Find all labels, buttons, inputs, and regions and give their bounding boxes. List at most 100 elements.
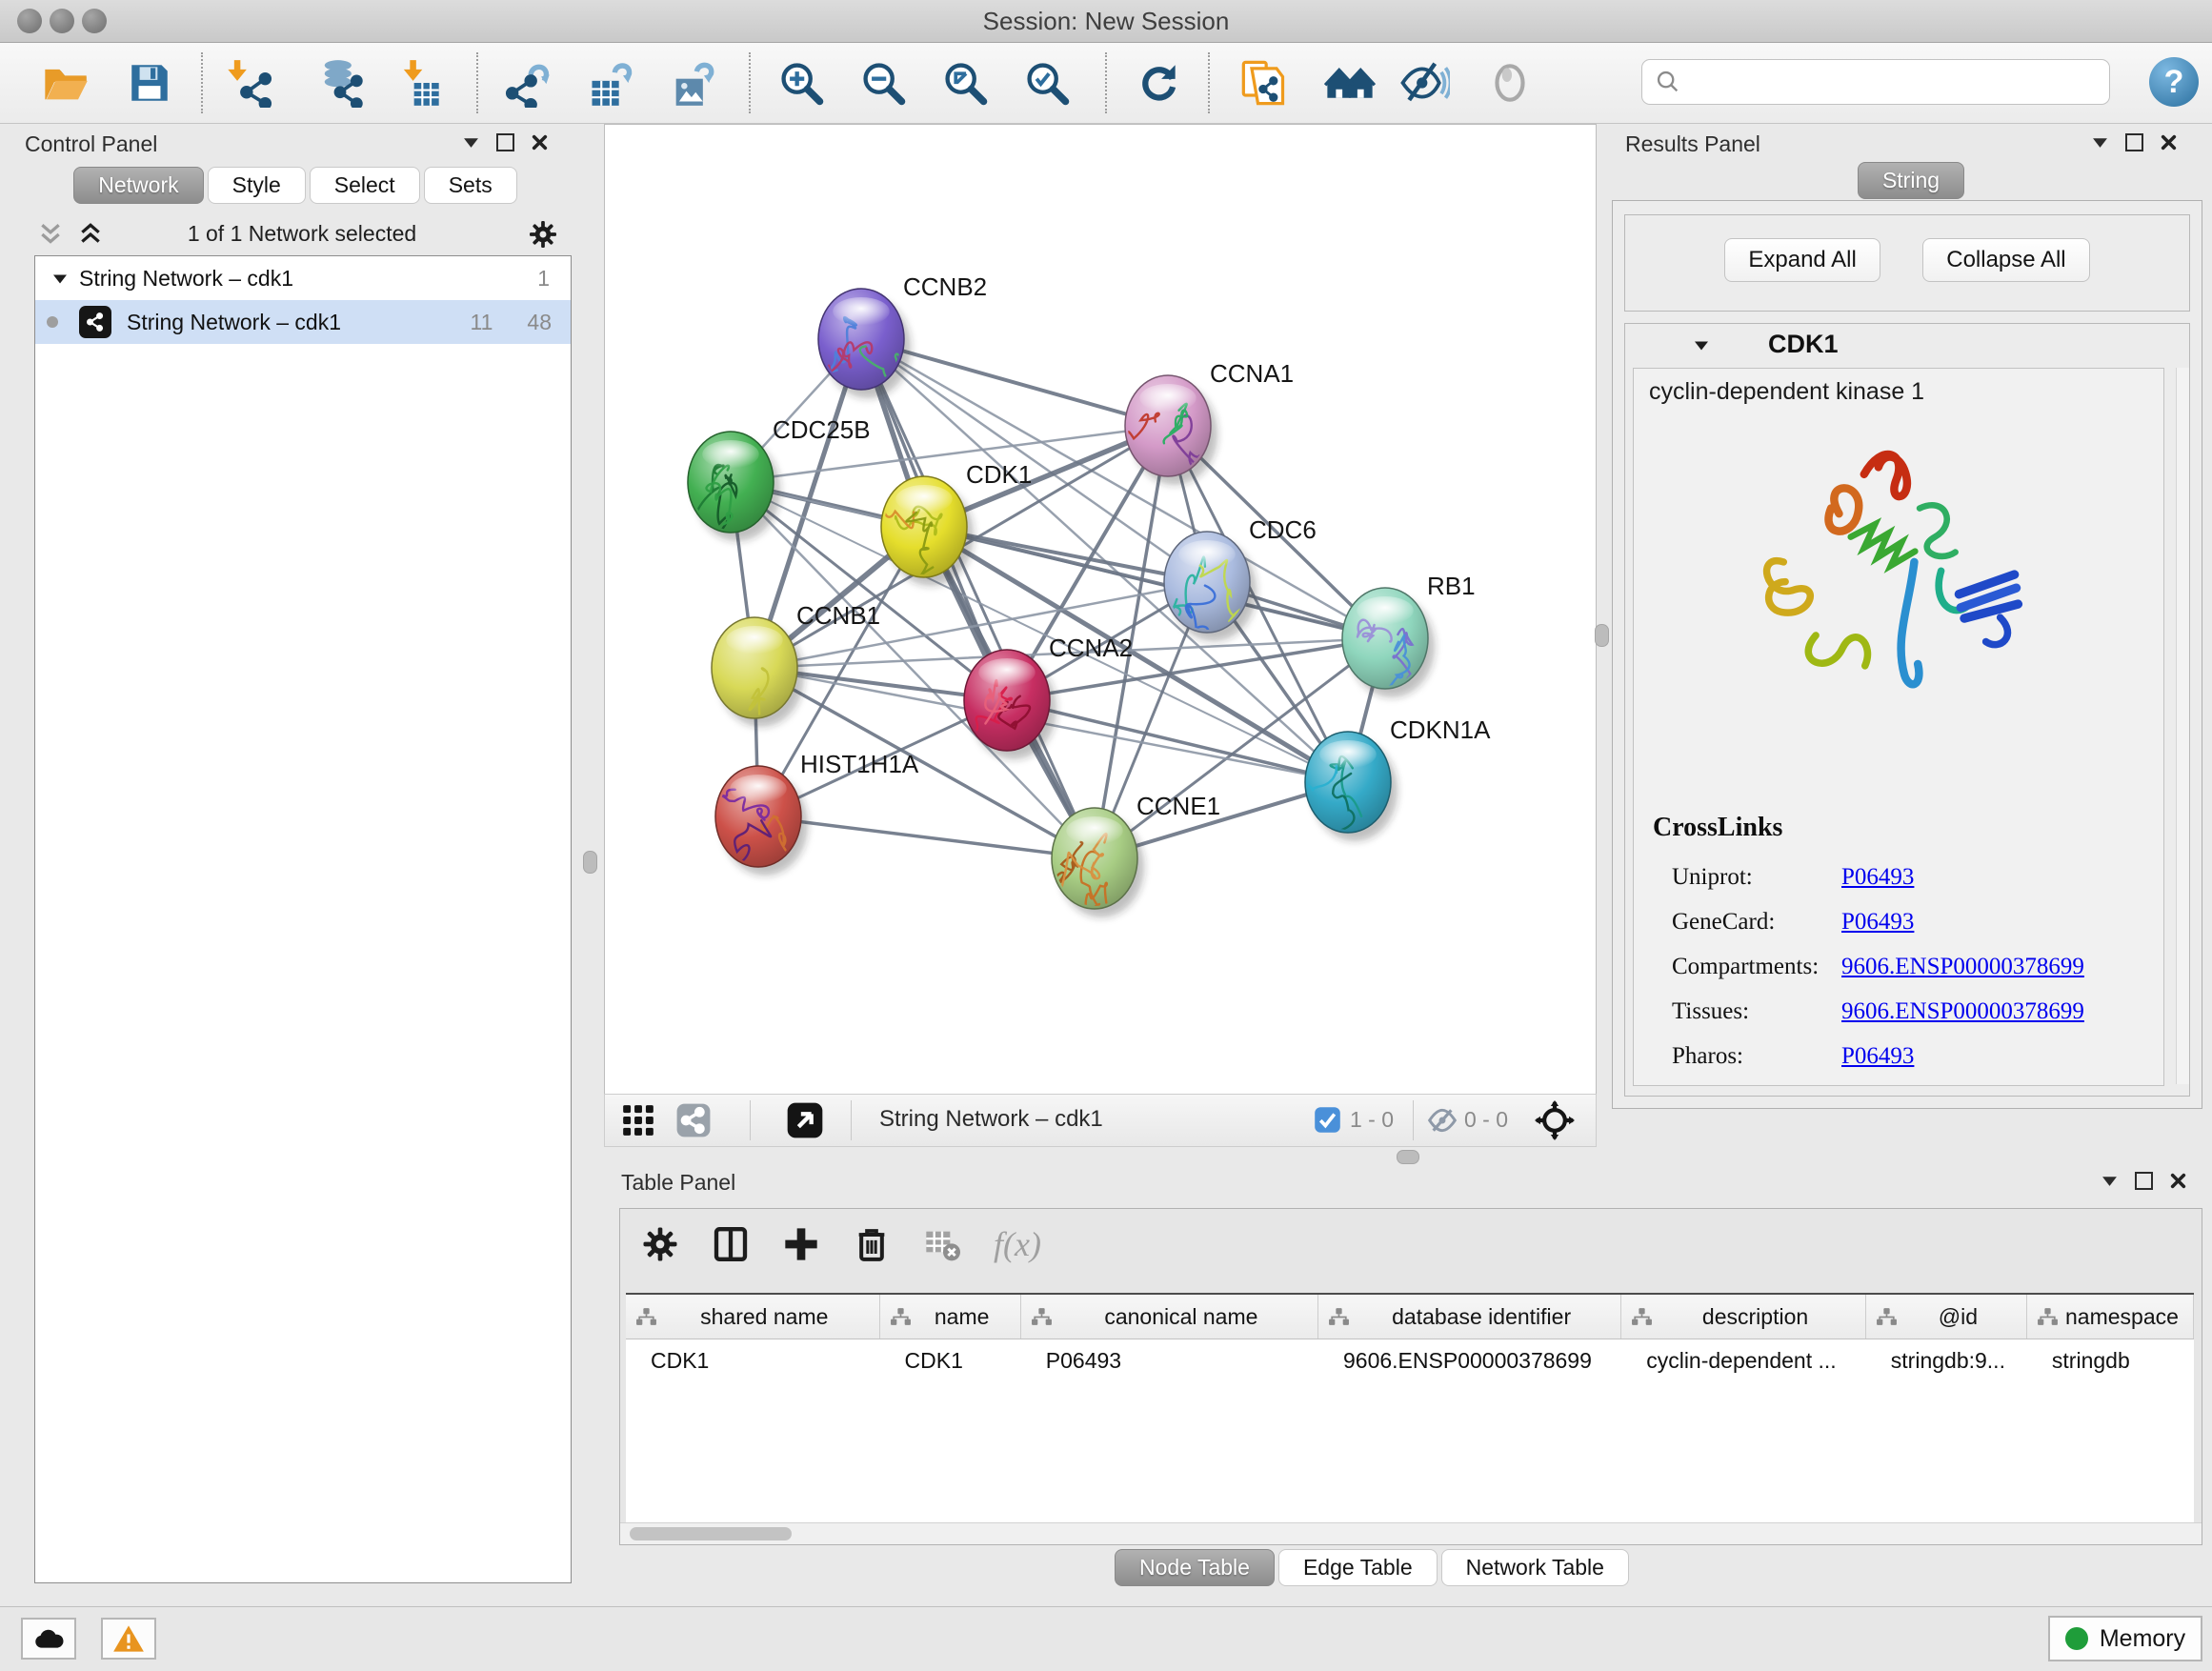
network-canvas[interactable]: CCNB2CCNA1CDC25BCDK1CDC6RB1CCNB1CCNA2CDK…: [604, 124, 1597, 1096]
table-cell[interactable]: 9606.ENSP00000378699: [1318, 1339, 1621, 1381]
right-splitter-handle[interactable]: [1595, 624, 1609, 647]
column-header-namespace[interactable]: namespace: [2027, 1295, 2194, 1339]
warnings-button[interactable]: [101, 1618, 156, 1660]
table-cell[interactable]: P06493: [1021, 1339, 1318, 1381]
tab-select[interactable]: Select: [310, 167, 420, 204]
tab-edge-table[interactable]: Edge Table: [1278, 1549, 1438, 1586]
import-network-file-button[interactable]: [221, 55, 276, 111]
tab-string[interactable]: String: [1858, 162, 1964, 199]
import-network-database-button[interactable]: [312, 55, 368, 111]
close-panel-icon[interactable]: [2161, 134, 2177, 151]
network-node-CDC25B[interactable]: [674, 432, 780, 541]
network-row[interactable]: String Network – cdk1 11 48: [35, 300, 571, 344]
show-columns-icon[interactable]: [712, 1225, 750, 1263]
node-gloss-highlight: [730, 775, 786, 803]
tab-style[interactable]: Style: [208, 167, 306, 204]
table-cell[interactable]: cyclin-dependent ...: [1621, 1339, 1866, 1381]
column-header-description[interactable]: description: [1621, 1295, 1866, 1339]
open-session-button[interactable]: [38, 55, 93, 111]
memory-button[interactable]: Memory: [2048, 1616, 2202, 1661]
help-button[interactable]: ?: [2149, 57, 2199, 107]
float-panel-icon[interactable]: [496, 133, 514, 151]
crosslink-link[interactable]: 9606.ENSP00000378699: [1841, 998, 2084, 1025]
export-image-button[interactable]: [665, 55, 720, 111]
table-cell[interactable]: stringdb: [2027, 1339, 2194, 1381]
refresh-button[interactable]: [1132, 55, 1187, 111]
add-column-icon[interactable]: [782, 1225, 820, 1263]
network-node-CDK1[interactable]: [872, 476, 974, 586]
string-home-button[interactable]: [1322, 55, 1377, 111]
table-cell[interactable]: CDK1: [626, 1339, 880, 1381]
zoom-fit-icon: [940, 58, 990, 108]
table-settings-gear-icon[interactable]: [641, 1225, 679, 1263]
column-header-shared-name[interactable]: shared name: [626, 1295, 880, 1339]
show-glass-effect-button[interactable]: [1482, 55, 1538, 111]
search-input[interactable]: [1641, 59, 2110, 105]
expand-all-button[interactable]: Expand All: [1724, 238, 1880, 282]
column-header-name[interactable]: name: [880, 1295, 1021, 1339]
save-session-button[interactable]: [122, 55, 177, 111]
export-table-button[interactable]: [583, 55, 638, 111]
open-in-window-button[interactable]: [786, 1101, 824, 1139]
network-node-CDC6[interactable]: [1164, 532, 1257, 657]
panel-menu-caret-icon[interactable]: [2092, 136, 2108, 149]
table-horizontal-scrollbar[interactable]: [620, 1522, 2202, 1544]
column-header-database-identifier[interactable]: database identifier: [1318, 1295, 1621, 1339]
tab-network-table[interactable]: Network Table: [1441, 1549, 1629, 1586]
zoom-selected-button[interactable]: [1019, 55, 1075, 111]
table-cell[interactable]: stringdb:9...: [1866, 1339, 2027, 1381]
expand-collapse-bar: Expand All Collapse All: [1624, 214, 2190, 312]
zoom-out-button[interactable]: [855, 55, 911, 111]
network-node-CCNE1[interactable]: [1039, 808, 1145, 917]
column-header--id[interactable]: @id: [1866, 1295, 2027, 1339]
fit-content-button[interactable]: [1535, 1100, 1575, 1140]
node-gloss-highlight: [726, 626, 782, 654]
crosslink-link[interactable]: 9606.ENSP00000378699: [1841, 954, 2084, 980]
panel-menu-caret-icon[interactable]: [2101, 1175, 2118, 1187]
external-link-icon: [786, 1101, 824, 1139]
network-node-RB1[interactable]: [1342, 588, 1435, 700]
zoom-in-button[interactable]: [774, 55, 829, 111]
import-table-button[interactable]: [391, 55, 446, 111]
column-header-canonical-name[interactable]: canonical name: [1021, 1295, 1318, 1339]
panel-menu-caret-icon[interactable]: [463, 136, 479, 149]
tree-expand-caret-icon[interactable]: [52, 272, 68, 285]
table-cell[interactable]: CDK1: [880, 1339, 1021, 1381]
gear-icon[interactable]: [528, 219, 558, 250]
crosslink-link[interactable]: P06493: [1841, 909, 1914, 936]
network-node-CCNA1[interactable]: [1096, 375, 1217, 500]
section-collapse-caret-icon[interactable]: [1694, 339, 1709, 352]
left-splitter-handle[interactable]: [583, 851, 597, 874]
delete-column-trash-icon[interactable]: [853, 1225, 891, 1263]
tab-network[interactable]: Network: [73, 167, 203, 204]
crosslink-link[interactable]: P06493: [1841, 1043, 1914, 1070]
toolbar-divider: [851, 1100, 852, 1140]
cloud-status-button[interactable]: [21, 1618, 76, 1660]
selected-checkbox[interactable]: [1314, 1106, 1341, 1134]
network-collection-row[interactable]: String Network – cdk1 1: [35, 256, 571, 300]
network-node-CDKN1A[interactable]: [1294, 732, 1398, 857]
tab-sets[interactable]: Sets: [424, 167, 517, 204]
zoom-fit-button[interactable]: [937, 55, 993, 111]
crosslink-link[interactable]: P06493: [1841, 864, 1914, 891]
clone-network-button[interactable]: [1237, 55, 1292, 111]
float-panel-icon[interactable]: [2125, 133, 2143, 151]
tab-node-table[interactable]: Node Table: [1115, 1549, 1275, 1586]
network-node-HIST1H1A[interactable]: [715, 766, 808, 893]
birdseye-grid-button[interactable]: [620, 1102, 656, 1138]
node-gloss-highlight: [1319, 740, 1376, 769]
float-panel-icon[interactable]: [2135, 1172, 2153, 1190]
close-panel-icon[interactable]: [2170, 1173, 2186, 1189]
table-row[interactable]: CDK1CDK1P064939606.ENSP00000378699cyclin…: [626, 1339, 2194, 1381]
network-share-button[interactable]: [675, 1102, 712, 1138]
bottom-splitter-handle[interactable]: [1397, 1150, 1419, 1164]
memory-status-dot: [2065, 1627, 2088, 1650]
results-vertical-scrollbar[interactable]: [2176, 368, 2189, 1084]
close-panel-icon[interactable]: [532, 134, 548, 151]
scrollbar-thumb[interactable]: [630, 1527, 792, 1540]
hide-glass-effect-button[interactable]: [1397, 55, 1452, 111]
hidden-elements-button[interactable]: [1426, 1105, 1458, 1136]
export-network-button[interactable]: [501, 55, 556, 111]
collapse-all-button[interactable]: Collapse All: [1922, 238, 2089, 282]
node-label-HIST1H1A: HIST1H1A: [800, 750, 919, 778]
